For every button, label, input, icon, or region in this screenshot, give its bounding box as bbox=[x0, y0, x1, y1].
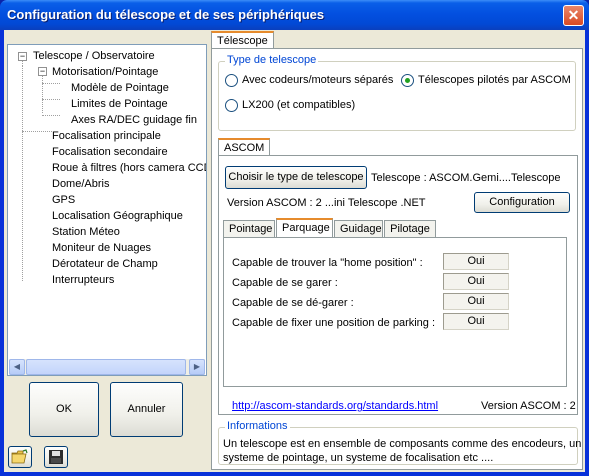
capability-label: Capable de fixer une position de parking… bbox=[232, 317, 436, 329]
tree-item-limites-pointage[interactable]: Limites de Pointage bbox=[71, 97, 168, 111]
tree-item-dome-abris[interactable]: Dome/Abris bbox=[52, 177, 109, 191]
capability-value: Oui bbox=[443, 313, 509, 330]
tree-item-derotateur[interactable]: Dérotateur de Champ bbox=[52, 257, 158, 271]
title-bar[interactable]: Configuration du télescope et de ses pér… bbox=[0, 0, 589, 30]
config-tree[interactable]: − Telescope / Observatoire − Motorisatio… bbox=[7, 44, 207, 376]
ok-button[interactable]: OK bbox=[29, 382, 99, 437]
capability-label: Capable de se garer : bbox=[232, 277, 338, 289]
tree-item-axes-guidage[interactable]: Axes RA/DEC guidage fin bbox=[71, 113, 197, 127]
tree-item-telescope-observatoire[interactable]: Telescope / Observatoire bbox=[33, 49, 155, 63]
window-title: Configuration du télescope et de ses pér… bbox=[7, 7, 325, 22]
scroll-left-icon[interactable]: ◀ bbox=[9, 359, 25, 375]
tab-pilotage[interactable]: Pilotage bbox=[384, 220, 436, 238]
capability-value: Oui bbox=[443, 253, 509, 270]
floppy-disk-icon bbox=[49, 450, 63, 464]
radio-lx200[interactable] bbox=[225, 99, 238, 112]
ascom-standards-link[interactable]: http://ascom-standards.org/standards.htm… bbox=[232, 400, 438, 412]
tree-item-gps[interactable]: GPS bbox=[52, 193, 75, 207]
choose-telescope-button[interactable]: Choisir le type de telescope bbox=[225, 166, 367, 189]
tree-item-localisation[interactable]: Localisation Géographique bbox=[52, 209, 183, 223]
radio-label-lx200: LX200 (et compatibles) bbox=[242, 99, 356, 111]
annuler-button[interactable]: Annuler bbox=[110, 382, 183, 437]
horizontal-scrollbar[interactable]: ◀ ▶ bbox=[9, 359, 205, 375]
tree-item-motorisation[interactable]: Motorisation/Pointage bbox=[52, 65, 158, 79]
client-area: − Telescope / Observatoire − Motorisatio… bbox=[4, 30, 585, 472]
telescope-type-group: Type de telescope Avec codeurs/moteurs s… bbox=[218, 54, 576, 131]
tab-parquage[interactable]: Parquage bbox=[276, 218, 333, 238]
radio-codeurs-moteurs[interactable] bbox=[225, 74, 238, 87]
dialog-window: Configuration du télescope et de ses pér… bbox=[0, 0, 589, 476]
tree-item-focalisation-secondaire[interactable]: Focalisation secondaire bbox=[52, 145, 168, 159]
telescope-tab-panel: Type de telescope Avec codeurs/moteurs s… bbox=[211, 48, 583, 470]
radio-label-ascom: Télescopes pilotés par ASCOM bbox=[418, 74, 571, 86]
parquage-panel: Capable de trouver la "home position" : … bbox=[223, 237, 567, 387]
type-group-title: Type de telescope bbox=[225, 54, 319, 66]
collapse-icon[interactable]: − bbox=[18, 52, 27, 61]
ascom-version-footer: Version ASCOM : 2 bbox=[481, 400, 576, 412]
capability-value: Oui bbox=[443, 293, 509, 310]
folder-open-icon bbox=[11, 449, 28, 464]
info-text-line-2: systeme de pointage, un systeme de focal… bbox=[223, 452, 494, 464]
tab-pointage[interactable]: Pointage bbox=[223, 220, 275, 238]
open-button[interactable] bbox=[8, 446, 32, 468]
tab-guidage[interactable]: Guidage bbox=[334, 220, 383, 238]
tab-telescope[interactable]: Télescope bbox=[211, 31, 274, 49]
radio-ascom[interactable] bbox=[401, 74, 414, 87]
informations-title: Informations bbox=[225, 420, 290, 432]
capability-value: Oui bbox=[443, 273, 509, 290]
scroll-thumb[interactable] bbox=[26, 359, 186, 375]
tree-item-modele-pointage[interactable]: Modèle de Pointage bbox=[71, 81, 169, 95]
tree-item-focalisation-principale[interactable]: Focalisation principale bbox=[52, 129, 161, 143]
info-text-line-1: Un telescope est en ensemble de composan… bbox=[223, 438, 582, 450]
radio-label-codeurs: Avec codeurs/moteurs séparés bbox=[242, 74, 394, 86]
ascom-tab-panel: Choisir le type de telescope Telescope :… bbox=[218, 155, 578, 415]
close-button[interactable]: ✕ bbox=[563, 5, 584, 26]
tree-item-station-meteo[interactable]: Station Méteo bbox=[52, 225, 120, 239]
collapse-icon[interactable]: − bbox=[38, 67, 47, 76]
close-icon: ✕ bbox=[567, 7, 580, 23]
scroll-right-icon[interactable]: ▶ bbox=[189, 359, 205, 375]
tab-ascom[interactable]: ASCOM bbox=[218, 138, 271, 156]
informations-group: Informations Un telescope est en ensembl… bbox=[218, 420, 582, 465]
capability-label: Capable de se dé-garer : bbox=[232, 297, 354, 309]
telescope-label: Telescope : ASCOM.Gemi....Telescope bbox=[371, 172, 561, 184]
save-button[interactable] bbox=[44, 446, 68, 468]
configuration-button[interactable]: Configuration bbox=[474, 192, 570, 213]
ascom-version-label: Version ASCOM : 2 ...ini Telescope .NET bbox=[227, 197, 426, 209]
tree-item-moniteur-nuages[interactable]: Moniteur de Nuages bbox=[52, 241, 151, 255]
tree-item-interrupteurs[interactable]: Interrupteurs bbox=[52, 273, 114, 287]
tree-item-roue-filtres[interactable]: Roue à filtres (hors camera CCD) bbox=[52, 161, 206, 175]
capability-label: Capable de trouver la "home position" : bbox=[232, 257, 423, 269]
